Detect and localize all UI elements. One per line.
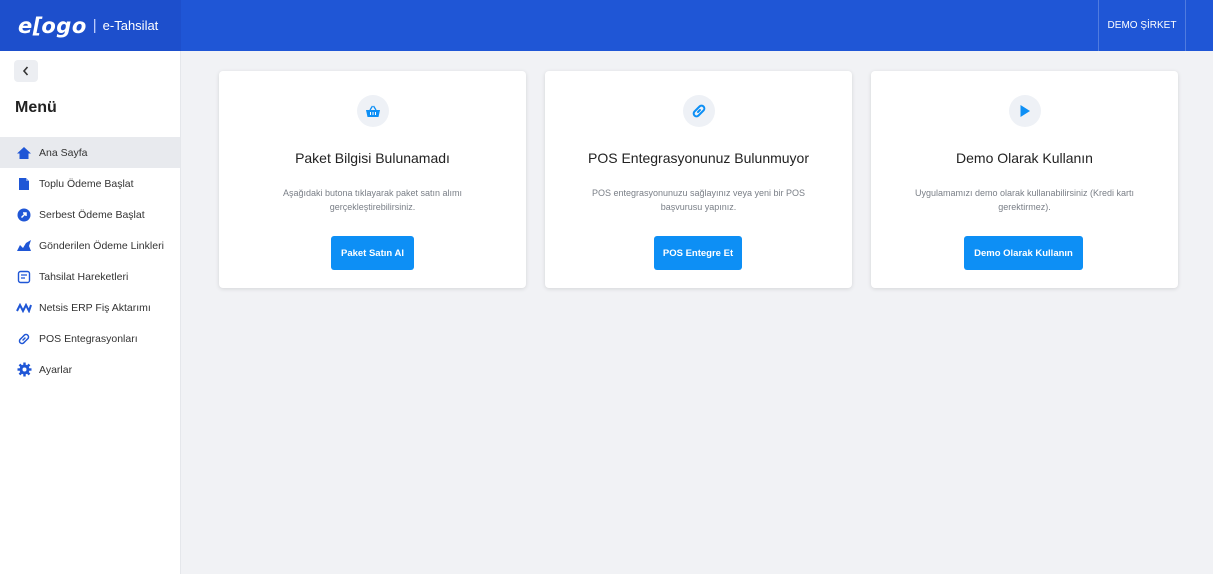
transfer-icon [16,300,32,316]
logo-separator: | [92,17,97,34]
home-icon [16,145,32,161]
menu-title: Menü [15,99,57,116]
sidebar-item-toplu-odeme[interactable]: Toplu Ödeme Başlat [0,168,180,199]
card-title: Paket Bilgisi Bulunamadı [295,150,450,166]
package-card: Paket Bilgisi Bulunamadı Aşağıdaki buton… [219,71,526,288]
buy-package-button[interactable]: Paket Satın Al [331,236,414,270]
sidebar-menu: Ana Sayfa Toplu Ödeme Başlat Serbest Öde… [0,137,180,385]
app-name: e-Tahsilat [102,18,159,33]
sidebar-item-label: Serbest Ödeme Başlat [39,208,145,221]
sidebar-item-label: POS Entegrasyonları [39,332,138,345]
pos-card: POS Entegrasyonunuz Bulunmuyor POS enteg… [545,71,852,288]
collapse-sidebar-button[interactable] [14,60,38,82]
sent-links-icon [16,238,32,254]
gear-icon [16,362,32,378]
top-bar: e[ogo | e-Tahsilat DEMO ŞİRKET [0,0,1213,51]
transactions-icon [16,269,32,285]
arrow-circle-icon [16,207,32,223]
play-icon [1009,95,1041,127]
integrate-pos-button[interactable]: POS Entegre Et [654,236,742,270]
sidebar-item-label: Toplu Ödeme Başlat [39,177,134,190]
chevron-left-icon [22,66,29,76]
sidebar-item-netsis-erp[interactable]: Netsis ERP Fiş Aktarımı [0,292,180,323]
card-title: Demo Olarak Kullanın [956,150,1093,166]
sidebar-item-tahsilat-hareketleri[interactable]: Tahsilat Hareketleri [0,261,180,292]
link-icon [16,331,32,347]
sidebar-item-serbest-odeme[interactable]: Serbest Ödeme Başlat [0,199,180,230]
link-icon [683,95,715,127]
use-demo-button[interactable]: Demo Olarak Kullanın [964,236,1083,270]
company-menu[interactable]: DEMO ŞİRKET [1098,0,1186,51]
sidebar-item-ana-sayfa[interactable]: Ana Sayfa [0,137,180,168]
card-description: Aşağıdaki butona tıklayarak paket satın … [282,188,463,212]
sidebar: Menü Ana Sayfa Toplu Ödeme Başlat Serbes… [0,51,181,574]
sidebar-item-ayarlar[interactable]: Ayarlar [0,354,180,385]
sidebar-item-label: Tahsilat Hareketleri [39,270,129,283]
elogo-logo: e[ogo [18,13,87,38]
file-icon [16,176,32,192]
card-description: Uygulamamızı demo olarak kullanabilirsin… [914,188,1135,212]
card-title: POS Entegrasyonunuz Bulunmuyor [587,150,809,166]
demo-card: Demo Olarak Kullanın Uygulamamızı demo o… [871,71,1178,288]
basket-icon [357,95,389,127]
sidebar-item-gonderilen-linkler[interactable]: Gönderilen Ödeme Linkleri [0,230,180,261]
sidebar-item-label: Gönderilen Ödeme Linkleri [39,239,164,252]
sidebar-item-label: Netsis ERP Fiş Aktarımı [39,301,151,314]
card-description: POS entegrasyonunuzu sağlayınız veya yen… [591,188,806,212]
brand[interactable]: e[ogo | e-Tahsilat [0,0,181,51]
sidebar-item-label: Ana Sayfa [39,146,88,159]
sidebar-item-pos-entegrasyonlari[interactable]: POS Entegrasyonları [0,323,180,354]
sidebar-item-label: Ayarlar [39,363,73,376]
